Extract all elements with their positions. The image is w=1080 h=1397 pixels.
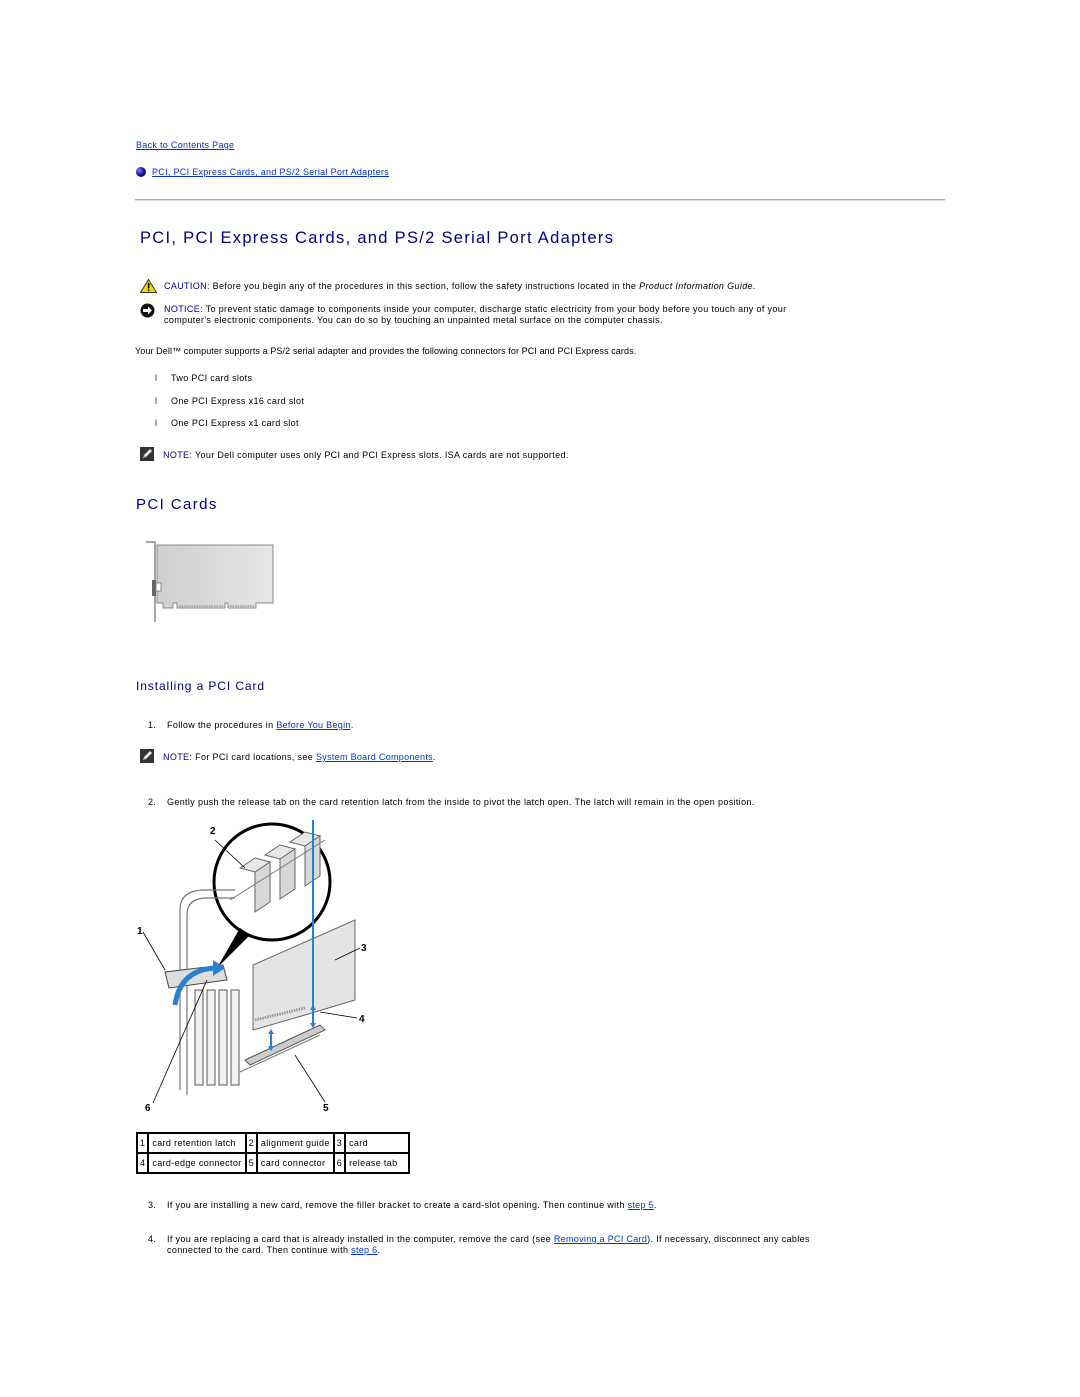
step-1-text: Follow the procedures in Before You Begi… [167, 720, 354, 730]
table-row: 4 card-edge connector 5 card connector 6… [137, 1153, 410, 1173]
caution-text: CAUTION: Before you begin any of the pro… [164, 281, 756, 291]
legend-label: card [345, 1133, 410, 1153]
notice-label: NOTICE: [164, 304, 203, 314]
step-1-number: 1. [148, 720, 157, 730]
subsection-heading-installing: Installing a PCI Card [136, 679, 265, 693]
list-item: One PCI Express x1 card slot [171, 418, 299, 428]
notice-arrow-icon [140, 303, 155, 318]
step-2-number: 2. [148, 797, 157, 807]
back-to-contents-link[interactable]: Back to Contents Page [136, 140, 234, 150]
step-3-text: If you are installing a new card, remove… [167, 1200, 657, 1210]
warning-triangle-icon [140, 279, 157, 293]
callout-3: 3 [361, 943, 367, 954]
list-item: One PCI Express x16 card slot [171, 396, 305, 406]
system-board-components-link[interactable]: System Board Components [316, 752, 433, 762]
legend-number: 1 [137, 1133, 149, 1153]
callout-4: 4 [359, 1014, 365, 1025]
pci-card-installation-figure: 1 2 3 4 5 6 [137, 820, 367, 1112]
notice-text-line1: NOTICE: To prevent static damage to comp… [164, 304, 787, 314]
intro-paragraph: Your Dell™ computer supports a PS/2 seri… [135, 346, 637, 356]
list-marker: l [155, 373, 157, 383]
notice-text-line2: computer's electronic components. You ca… [164, 315, 663, 325]
step-3-number: 3. [148, 1200, 157, 1210]
legend-label: release tab [345, 1153, 410, 1173]
figure-legend-table: 1 card retention latch 2 alignment guide… [136, 1132, 411, 1174]
removing-a-pci-card-link[interactable]: Removing a PCI Card [554, 1234, 647, 1244]
legend-label: alignment guide [256, 1133, 334, 1153]
note-pci-locations: NOTE: For PCI card locations, see System… [163, 752, 436, 762]
page-title: PCI, PCI Express Cards, and PS/2 Serial … [140, 229, 615, 247]
step-4-text-line2: connected to the card. Then continue wit… [167, 1245, 381, 1255]
list-marker: l [155, 418, 157, 428]
section-heading-pci-cards: PCI Cards [136, 496, 218, 513]
bullet-icon [136, 167, 146, 177]
note-pencil-icon [140, 447, 154, 461]
legend-number: 4 [137, 1153, 149, 1173]
step-4-number: 4. [148, 1234, 157, 1244]
list-marker: l [155, 396, 157, 406]
legend-number: 6 [333, 1153, 346, 1173]
step-6-link[interactable]: step 6 [351, 1245, 377, 1255]
before-you-begin-link[interactable]: Before You Begin [276, 720, 350, 730]
table-row: 1 card retention latch 2 alignment guide… [137, 1133, 410, 1153]
callout-6: 6 [145, 1103, 151, 1112]
callout-2: 2 [210, 826, 216, 837]
note-pencil-icon [140, 749, 154, 763]
caution-label: CAUTION: [164, 281, 210, 291]
note-label: NOTE: [163, 450, 193, 460]
legend-number: 2 [245, 1133, 257, 1153]
callout-1: 1 [137, 926, 143, 937]
note-label: NOTE: [163, 752, 193, 762]
legend-label: card retention latch [148, 1133, 246, 1153]
legend-number: 5 [245, 1153, 257, 1173]
product-information-guide: Product Information Guide [639, 281, 753, 291]
legend-label: card connector [256, 1153, 334, 1173]
step-5-link[interactable]: step 5 [628, 1200, 654, 1210]
legend-number: 3 [333, 1133, 346, 1153]
horizontal-divider [135, 199, 945, 201]
step-4-text-line1: If you are replacing a card that is alre… [167, 1234, 810, 1244]
legend-label: card-edge connector [148, 1153, 246, 1173]
callout-5: 5 [323, 1103, 329, 1112]
note-supported-slots: NOTE: Your Dell computer uses only PCI a… [163, 450, 569, 460]
pci-card-illustration [146, 541, 274, 622]
step-2-text: Gently push the release tab on the card … [167, 797, 755, 807]
toc-link-pci-adapters[interactable]: PCI, PCI Express Cards, and PS/2 Serial … [152, 167, 389, 177]
list-item: Two PCI card slots [171, 373, 253, 383]
